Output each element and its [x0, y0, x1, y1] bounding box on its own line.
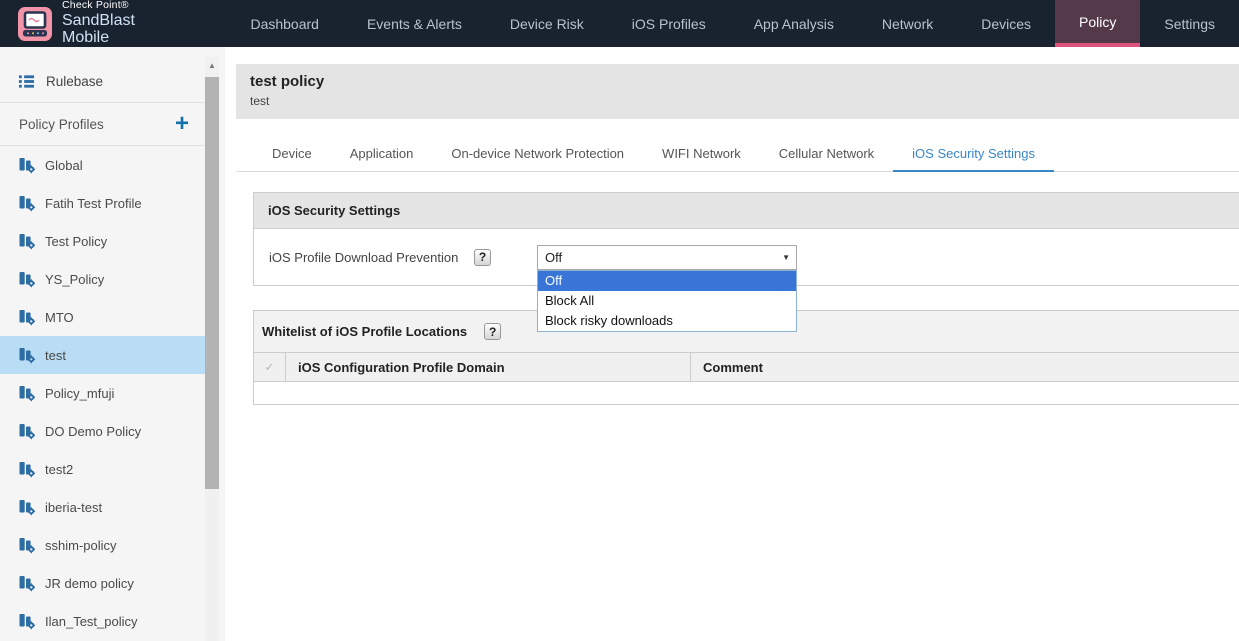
tab-ios-security-settings[interactable]: iOS Security Settings	[893, 142, 1054, 172]
section-header: iOS Security Settings	[254, 193, 1239, 229]
rulebase-list-icon	[18, 73, 35, 90]
sidebar-item-ilan-test-policy[interactable]: Ilan_Test_policy	[0, 602, 205, 640]
rulebase-label: Rulebase	[46, 74, 103, 89]
scrollbar-thumb[interactable]	[205, 77, 219, 489]
nav-item-ios-profiles[interactable]: iOS Profiles	[608, 0, 730, 47]
nav-item-events-alerts[interactable]: Events & Alerts	[343, 0, 486, 47]
page-title: test policy	[250, 73, 1239, 90]
policy-tabs: Device Application On-device Network Pro…	[236, 142, 1239, 172]
nav-item-device-risk[interactable]: Device Risk	[486, 0, 608, 47]
scroll-up-button[interactable]: ▲	[205, 57, 219, 73]
nav-item-network[interactable]: Network	[858, 0, 957, 47]
policy-profile-icon	[18, 270, 36, 288]
page-subtitle: test	[250, 94, 1239, 108]
sidebar-item-label: iberia-test	[45, 500, 102, 515]
policy-page-header: test policy test	[236, 64, 1239, 119]
policy-profile-icon	[18, 536, 36, 554]
tab-application[interactable]: Application	[331, 142, 433, 171]
top-navbar: Check Point® SandBlast Mobile Dashboard …	[0, 0, 1239, 47]
option-off[interactable]: Off	[538, 271, 796, 291]
sidebar-item-ys-policy[interactable]: YS_Policy	[0, 260, 205, 298]
help-icon[interactable]: ?	[474, 249, 491, 266]
sidebar-item-sshim-policy[interactable]: sshim-policy	[0, 526, 205, 564]
policy-profile-icon	[18, 612, 36, 630]
policy-profile-icon	[18, 194, 36, 212]
brand-name: Check Point® SandBlast Mobile	[62, 0, 184, 47]
tab-on-device-network-protection[interactable]: On-device Network Protection	[432, 142, 643, 171]
policy-sidebar: Rulebase Policy Profiles + Global Fatih …	[0, 47, 225, 641]
sidebar-item-label: Test Policy	[45, 234, 107, 249]
policy-profile-icon	[18, 460, 36, 478]
dropdown-arrow-icon: ▼	[782, 253, 790, 262]
whitelist-table-header: ✓ iOS Configuration Profile Domain Comme…	[254, 352, 1239, 382]
tab-wifi-network[interactable]: WIFI Network	[643, 142, 760, 171]
check-column-header: ✓	[254, 353, 286, 381]
tab-device[interactable]: Device	[253, 142, 331, 171]
sidebar-item-label: JR demo policy	[45, 576, 134, 591]
sidebar-item-label: Global	[45, 158, 83, 173]
nav-item-settings[interactable]: Settings	[1140, 0, 1239, 47]
policy-profile-icon	[18, 232, 36, 250]
domain-column-header: iOS Configuration Profile Domain	[286, 353, 691, 381]
policy-profiles-label: Policy Profiles	[19, 117, 104, 132]
ios-security-settings-section: iOS Security Settings iOS Profile Downlo…	[253, 192, 1239, 286]
policy-profile-icon	[18, 346, 36, 364]
policy-profiles-header: Policy Profiles +	[0, 103, 205, 145]
sidebar-item-label: DO Demo Policy	[45, 424, 141, 439]
sidebar-item-label: Fatih Test Profile	[45, 196, 142, 211]
nav-item-app-analysis[interactable]: App Analysis	[730, 0, 858, 47]
nav-item-devices[interactable]: Devices	[957, 0, 1055, 47]
sidebar-item-policy-mfuji[interactable]: Policy_mfuji	[0, 374, 205, 412]
sidebar-item-test[interactable]: test	[0, 336, 205, 374]
comment-column-header: Comment	[691, 360, 1239, 375]
sidebar-item-mto[interactable]: MTO	[0, 298, 205, 336]
sidebar-item-test-policy[interactable]: Test Policy	[0, 222, 205, 260]
sidebar-item-iberia-test[interactable]: iberia-test	[0, 488, 205, 526]
sidebar-scrollbar[interactable]: ▲	[205, 57, 219, 641]
sidebar-item-label: Ilan_Test_policy	[45, 614, 138, 629]
download-prevention-select[interactable]: Off ▼	[537, 245, 797, 270]
whitelist-empty-row	[254, 382, 1239, 404]
whitelist-title: Whitelist of iOS Profile Locations	[262, 324, 467, 339]
policy-profile-icon	[18, 384, 36, 402]
sidebar-item-jr-demo-policy[interactable]: JR demo policy	[0, 564, 205, 602]
selected-value: Off	[545, 250, 562, 265]
nav-item-policy[interactable]: Policy	[1055, 0, 1140, 47]
sidebar-item-label: test	[45, 348, 66, 363]
sidebar-item-label: sshim-policy	[45, 538, 117, 553]
profile-download-prevention-row: iOS Profile Download Prevention ? Off ▼ …	[254, 229, 1239, 285]
sidebar-item-label: YS_Policy	[45, 272, 104, 287]
check-icon: ✓	[264, 360, 274, 374]
main-content: test policy test Device Application On-d…	[225, 47, 1239, 641]
download-prevention-select-wrap: Off ▼ Off Block All Block risky download…	[537, 245, 797, 270]
add-profile-button[interactable]: +	[175, 114, 189, 134]
sidebar-item-test2[interactable]: test2	[0, 450, 205, 488]
sidebar-item-fatih-test-profile[interactable]: Fatih Test Profile	[0, 184, 205, 222]
sidebar-item-rulebase[interactable]: Rulebase	[0, 60, 205, 102]
sidebar-item-label: Policy_mfuji	[45, 386, 114, 401]
nav-item-dashboard[interactable]: Dashboard	[226, 0, 343, 47]
option-block-all[interactable]: Block All	[538, 291, 796, 311]
help-icon[interactable]: ?	[484, 323, 501, 340]
sidebar-item-label: test2	[45, 462, 73, 477]
policy-profile-icon	[18, 498, 36, 516]
option-block-risky-downloads[interactable]: Block risky downloads	[538, 311, 796, 331]
sidebar-item-do-demo-policy[interactable]: DO Demo Policy	[0, 412, 205, 450]
policy-profile-icon	[18, 422, 36, 440]
policy-profile-icon	[18, 156, 36, 174]
brand-line-checkpoint: Check Point®	[62, 0, 184, 12]
sidebar-item-global[interactable]: Global	[0, 146, 205, 184]
brand-line-sandblast: SandBlast Mobile	[62, 12, 184, 47]
policy-profile-icon	[18, 574, 36, 592]
tab-cellular-network[interactable]: Cellular Network	[760, 142, 893, 171]
sidebar-item-label: MTO	[45, 310, 74, 325]
policy-profile-icon	[18, 308, 36, 326]
checkpoint-brand[interactable]: Check Point® SandBlast Mobile	[0, 0, 184, 47]
main-nav: Dashboard Events & Alerts Device Risk iO…	[226, 0, 1239, 47]
sandblast-logo-icon	[18, 7, 52, 41]
dropdown-options-list: Off Block All Block risky downloads	[537, 270, 797, 332]
field-label: iOS Profile Download Prevention	[269, 250, 474, 265]
